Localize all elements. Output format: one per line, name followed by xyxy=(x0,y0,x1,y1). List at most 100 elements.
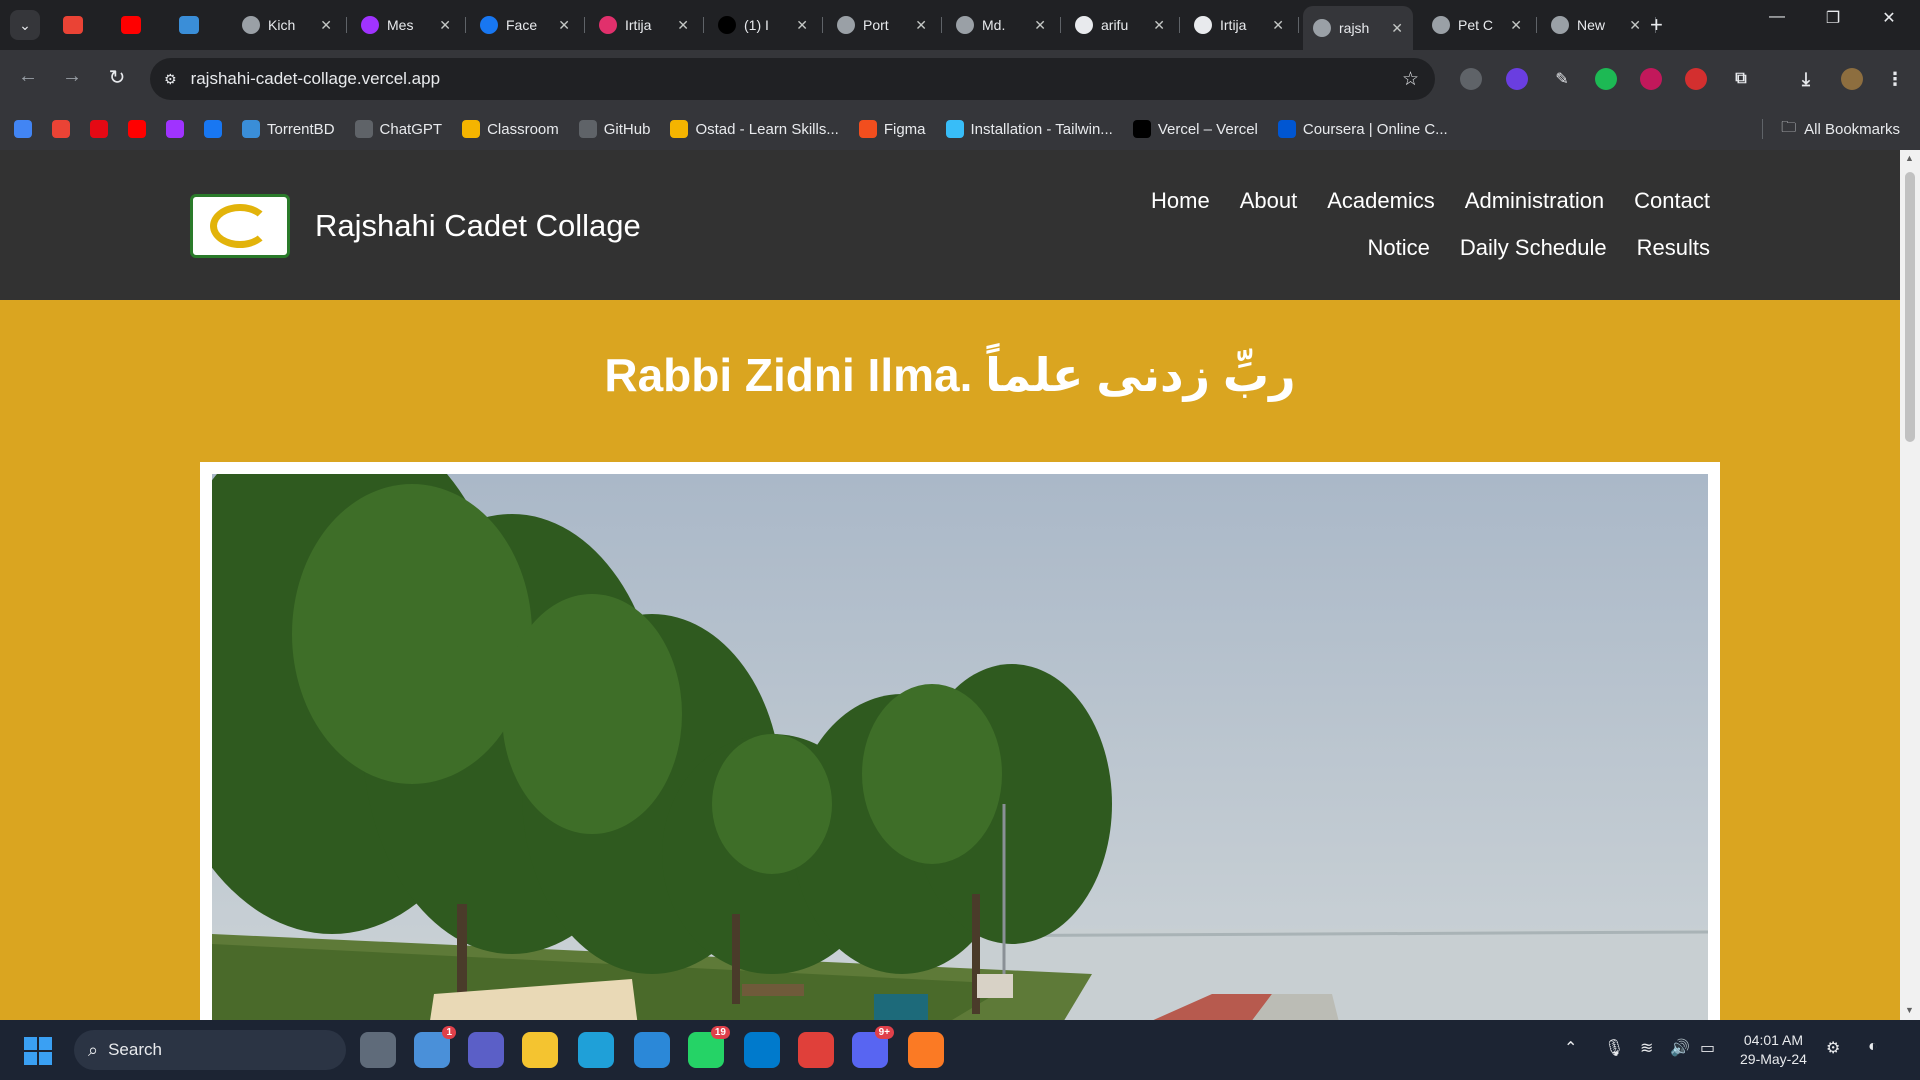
close-tab-icon[interactable]: ✕ xyxy=(1510,17,1522,34)
nav-link-administration[interactable]: Administration xyxy=(1465,188,1604,214)
bookmark-item[interactable]: GitHub xyxy=(578,120,650,138)
bookmark-item[interactable]: Vercel – Vercel xyxy=(1132,120,1258,138)
browser-tab[interactable]: (1) I ✕ xyxy=(708,8,818,42)
bookmark-item[interactable] xyxy=(52,120,70,138)
close-window-button[interactable]: ✕ xyxy=(1866,8,1912,28)
edge-icon[interactable] xyxy=(578,1032,614,1068)
bookmark-item[interactable]: Coursera | Online C... xyxy=(1277,120,1448,138)
nav-link-home[interactable]: Home xyxy=(1151,188,1210,214)
file-explorer-icon[interactable] xyxy=(522,1032,558,1068)
address-bar[interactable]: ⚙ rajshahi-cadet-collage.vercel.app ☆ xyxy=(150,58,1435,100)
close-tab-icon[interactable]: ✕ xyxy=(558,17,570,34)
forward-button[interactable]: → xyxy=(58,65,86,88)
nav-link-about[interactable]: About xyxy=(1240,188,1298,214)
nav-link-results[interactable]: Results xyxy=(1637,235,1710,261)
close-tab-icon[interactable]: ✕ xyxy=(1272,17,1284,34)
close-tab-icon[interactable]: ✕ xyxy=(796,17,808,34)
nav-link-notice[interactable]: Notice xyxy=(1368,235,1430,261)
bookmark-item[interactable]: ChatGPT xyxy=(354,120,442,138)
nav-link-contact[interactable]: Contact xyxy=(1634,188,1710,214)
close-tab-icon[interactable]: ✕ xyxy=(915,17,927,34)
pinned-tab[interactable] xyxy=(116,10,146,40)
browser-tab[interactable]: Pet C ✕ xyxy=(1422,8,1532,42)
scroll-up-icon[interactable]: ▲ xyxy=(1905,153,1914,163)
battery-icon[interactable]: ▭ xyxy=(1700,1038,1715,1058)
browser-tab[interactable]: Mes ✕ xyxy=(351,8,461,42)
bookmark-item[interactable] xyxy=(128,120,146,138)
taskbar-clock[interactable]: 04:01 AM 29-May-24 xyxy=(1740,1031,1807,1069)
microphone-icon[interactable]: 🎙 xyxy=(1604,1038,1624,1058)
browser-tab[interactable]: Md. ✕ xyxy=(946,8,1056,42)
browser-tab[interactable]: arifu ✕ xyxy=(1065,8,1175,42)
site-info-icon[interactable]: ⚙ xyxy=(164,71,177,88)
discord-icon[interactable]: 9+ xyxy=(852,1026,894,1068)
bookmark-item[interactable]: Ostad - Learn Skills... xyxy=(670,120,839,138)
puzzle-icon[interactable]: ⧉ xyxy=(1730,68,1752,90)
close-tab-icon[interactable]: ✕ xyxy=(1391,20,1403,37)
eyedropper-icon[interactable]: ✎ xyxy=(1551,68,1573,90)
close-tab-icon[interactable]: ✕ xyxy=(1629,17,1641,34)
bookmark-item[interactable] xyxy=(90,120,108,138)
site-title[interactable]: Rajshahi Cadet Collage xyxy=(315,208,641,244)
wifi-icon[interactable]: ≋ xyxy=(1640,1038,1653,1058)
volume-icon[interactable]: 🔊 xyxy=(1670,1038,1690,1058)
task-view-icon[interactable] xyxy=(360,1032,396,1068)
nav-link-daily-schedule[interactable]: Daily Schedule xyxy=(1460,235,1607,261)
download-icon[interactable]: ⤓ xyxy=(1795,68,1817,90)
pinned-tab[interactable] xyxy=(58,10,88,40)
chrome-icon[interactable] xyxy=(798,1032,834,1068)
page-scrollbar[interactable]: ▲ ▼ xyxy=(1900,150,1920,1020)
whatsapp-icon[interactable]: 19 xyxy=(688,1026,730,1068)
copilot-icon[interactable]: ◐ xyxy=(1868,1038,1878,1056)
bookmark-item[interactable]: Figma xyxy=(858,120,926,138)
browser-tab[interactable]: Face ✕ xyxy=(470,8,580,42)
browser-tab[interactable]: Irtija ✕ xyxy=(589,8,699,42)
menu-icon[interactable]: ⋮ xyxy=(1884,68,1906,90)
all-bookmarks-button[interactable]: 🗀 All Bookmarks xyxy=(1762,108,1900,150)
bookmark-item[interactable] xyxy=(166,120,184,138)
college-logo[interactable] xyxy=(190,194,290,258)
scroll-down-icon[interactable]: ▼ xyxy=(1905,1005,1914,1015)
new-tab-button[interactable]: + xyxy=(1650,12,1663,38)
close-tab-icon[interactable]: ✕ xyxy=(677,17,689,34)
teams-icon[interactable] xyxy=(468,1032,504,1068)
scroll-thumb[interactable] xyxy=(1905,172,1915,442)
bookmark-star-icon[interactable]: ☆ xyxy=(1402,68,1419,91)
bookmark-item[interactable]: Installation - Tailwin... xyxy=(945,120,1113,138)
extension-icon[interactable] xyxy=(1685,68,1707,90)
extension-icon[interactable] xyxy=(1595,68,1617,90)
mail-icon[interactable] xyxy=(634,1032,670,1068)
xampp-icon[interactable] xyxy=(908,1032,944,1068)
minimize-button[interactable]: — xyxy=(1754,8,1800,26)
back-button[interactable]: ← xyxy=(14,65,42,88)
close-tab-icon[interactable]: ✕ xyxy=(1034,17,1046,34)
tab-search-button[interactable]: ⌄ xyxy=(10,10,40,40)
browser-tab[interactable]: New ✕ xyxy=(1541,8,1651,42)
start-button[interactable] xyxy=(24,1037,52,1065)
restore-button[interactable]: ❐ xyxy=(1810,8,1856,28)
extension-icon[interactable] xyxy=(1640,68,1662,90)
browser-tab[interactable]: Port ✕ xyxy=(827,8,937,42)
weather-icon[interactable]: 1 xyxy=(414,1026,456,1068)
extension-icon[interactable] xyxy=(1460,68,1482,90)
bookmark-item[interactable]: TorrentBD xyxy=(242,120,335,138)
vscode-icon[interactable] xyxy=(744,1032,780,1068)
bookmark-item[interactable] xyxy=(14,120,32,138)
browser-tab[interactable]: Kich ✕ xyxy=(232,8,342,42)
chevron-up-icon[interactable]: ⌃ xyxy=(1564,1038,1577,1058)
bookmark-item[interactable] xyxy=(204,120,222,138)
pinned-tab[interactable] xyxy=(174,10,204,40)
taskbar-search[interactable]: ⌕ Search xyxy=(74,1030,346,1070)
extension-icon[interactable] xyxy=(1506,68,1528,90)
close-tab-icon[interactable]: ✕ xyxy=(320,17,332,34)
browser-tab[interactable]: Irtija ✕ xyxy=(1184,8,1294,42)
reload-button[interactable]: ↻ xyxy=(103,65,131,90)
nav-link-academics[interactable]: Academics xyxy=(1327,188,1435,214)
avatar[interactable] xyxy=(1841,68,1863,90)
close-tab-icon[interactable]: ✕ xyxy=(439,17,451,34)
browser-tab[interactable]: rajsh ✕ xyxy=(1303,6,1413,50)
bookmark-item[interactable]: Classroom xyxy=(462,120,559,138)
url-text[interactable]: rajshahi-cadet-collage.vercel.app xyxy=(191,69,440,89)
close-tab-icon[interactable]: ✕ xyxy=(1153,17,1165,34)
notification-icon[interactable]: ⚙ xyxy=(1826,1038,1840,1058)
